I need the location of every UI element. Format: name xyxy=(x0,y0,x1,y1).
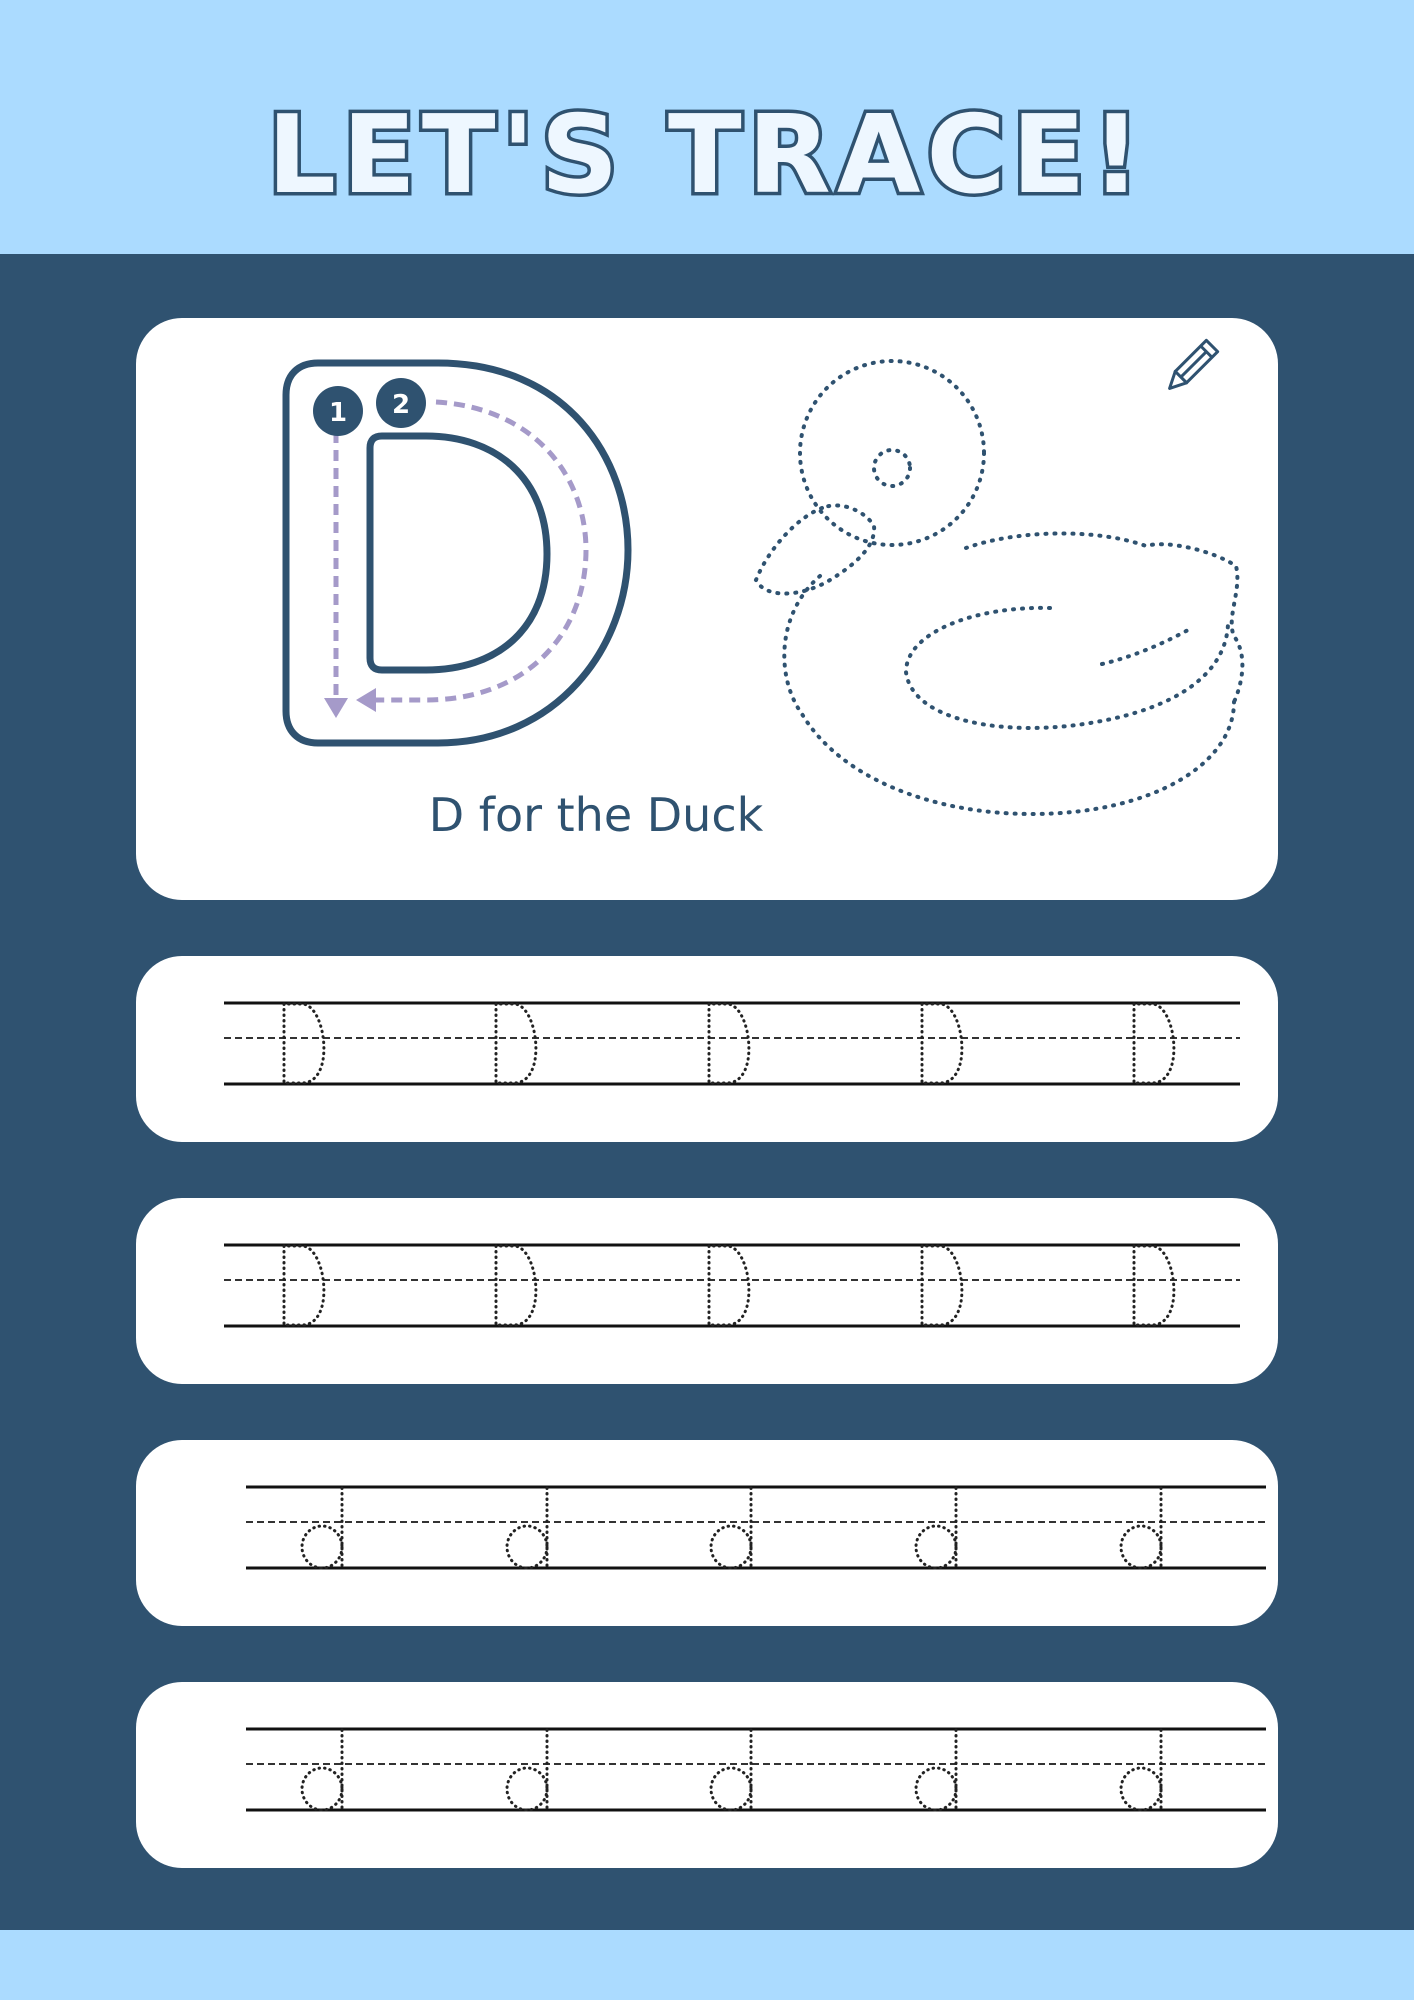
dotted-letter xyxy=(282,1244,326,1327)
dotted-letter xyxy=(707,1002,751,1085)
dotted-letter xyxy=(300,1728,344,1812)
dotted-letters xyxy=(282,1002,1176,1085)
dotted-letter xyxy=(914,1486,958,1570)
practice-row-lowercase-2 xyxy=(136,1682,1278,1868)
dotted-letter xyxy=(914,1728,958,1812)
duck-outline xyxy=(753,359,1245,817)
page-title-text: LET'S TRACE! xyxy=(267,93,1146,218)
stroke-number-2: 2 xyxy=(392,390,410,420)
practice-row-uppercase-2 xyxy=(136,1198,1278,1384)
dotted-letters xyxy=(282,1244,1176,1327)
dotted-letter xyxy=(920,1002,964,1085)
dotted-letter xyxy=(494,1002,538,1085)
practice-row-lowercase-1 xyxy=(136,1440,1278,1626)
letter-caption: D for the Duck xyxy=(428,788,764,842)
footer-band xyxy=(0,1930,1414,2000)
letter-outline-inner xyxy=(366,432,551,674)
dotted-letters xyxy=(300,1486,1163,1570)
letter-card: 1 2 D for the Duck xyxy=(136,318,1278,900)
dotted-letter xyxy=(505,1486,549,1570)
dotted-letter xyxy=(505,1728,549,1812)
practice-row-uppercase-1 xyxy=(136,956,1278,1142)
dotted-letter xyxy=(707,1244,751,1327)
page-title: LET'S TRACE! xyxy=(264,90,1146,222)
dotted-letter xyxy=(1119,1728,1163,1812)
dotted-letter xyxy=(920,1244,964,1327)
dotted-letter xyxy=(300,1486,344,1570)
dotted-letter xyxy=(1132,1002,1176,1085)
dotted-letter xyxy=(1119,1486,1163,1570)
dotted-letter xyxy=(282,1002,326,1085)
dotted-letters xyxy=(300,1728,1163,1812)
dotted-letter xyxy=(1132,1244,1176,1327)
dotted-letter xyxy=(709,1728,753,1812)
dotted-letter xyxy=(494,1244,538,1327)
stroke-number-1: 1 xyxy=(329,398,347,428)
dotted-letter xyxy=(709,1486,753,1570)
pencil-icon xyxy=(1168,338,1220,390)
